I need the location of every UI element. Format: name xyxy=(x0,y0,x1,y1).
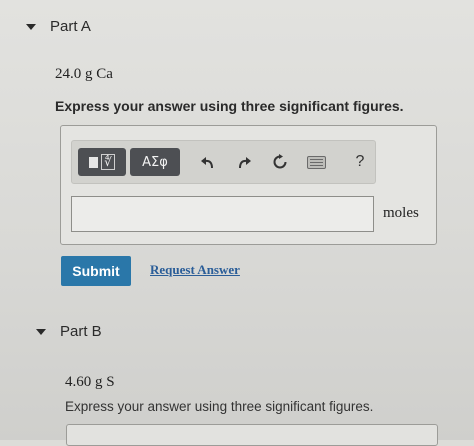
redo-button[interactable] xyxy=(232,149,256,175)
part-b-instruction: Express your answer using three signific… xyxy=(65,399,374,414)
redo-icon xyxy=(239,157,251,169)
templates-icon xyxy=(89,156,99,168)
greek-symbols-button[interactable]: ΑΣφ xyxy=(130,148,180,176)
part-a-instruction: Express your answer using three signific… xyxy=(55,98,404,114)
keyboard-button[interactable] xyxy=(304,149,328,175)
math-toolbar: ∜ ΑΣφ ? xyxy=(71,140,376,184)
part-a-title: Part A xyxy=(50,18,91,35)
reset-button[interactable] xyxy=(268,149,292,175)
part-b-question: 4.60 g S xyxy=(65,374,115,390)
part-b-answer-box xyxy=(66,424,438,446)
page: Part A 24.0 g Ca Express your answer usi… xyxy=(0,0,474,446)
undo-icon xyxy=(201,157,213,169)
part-a-question: 24.0 g Ca xyxy=(55,66,113,82)
submit-button[interactable]: Submit xyxy=(61,256,131,286)
help-button[interactable]: ? xyxy=(348,149,372,175)
radical-icon: ∜ xyxy=(101,154,115,170)
answer-input[interactable] xyxy=(71,196,374,232)
templates-button[interactable]: ∜ xyxy=(78,148,126,176)
part-b-toggle[interactable]: Part B xyxy=(36,323,102,340)
caret-down-icon xyxy=(36,328,46,335)
part-b-title: Part B xyxy=(60,323,102,340)
answer-box: ∜ ΑΣφ ? moles xyxy=(60,125,437,245)
reset-icon xyxy=(273,154,287,169)
caret-down-icon xyxy=(26,23,36,30)
keyboard-icon xyxy=(306,155,326,169)
unit-label: moles xyxy=(383,205,419,221)
undo-button[interactable] xyxy=(196,149,220,175)
part-a-toggle[interactable]: Part A xyxy=(26,18,91,35)
request-answer-link[interactable]: Request Answer xyxy=(150,262,240,278)
